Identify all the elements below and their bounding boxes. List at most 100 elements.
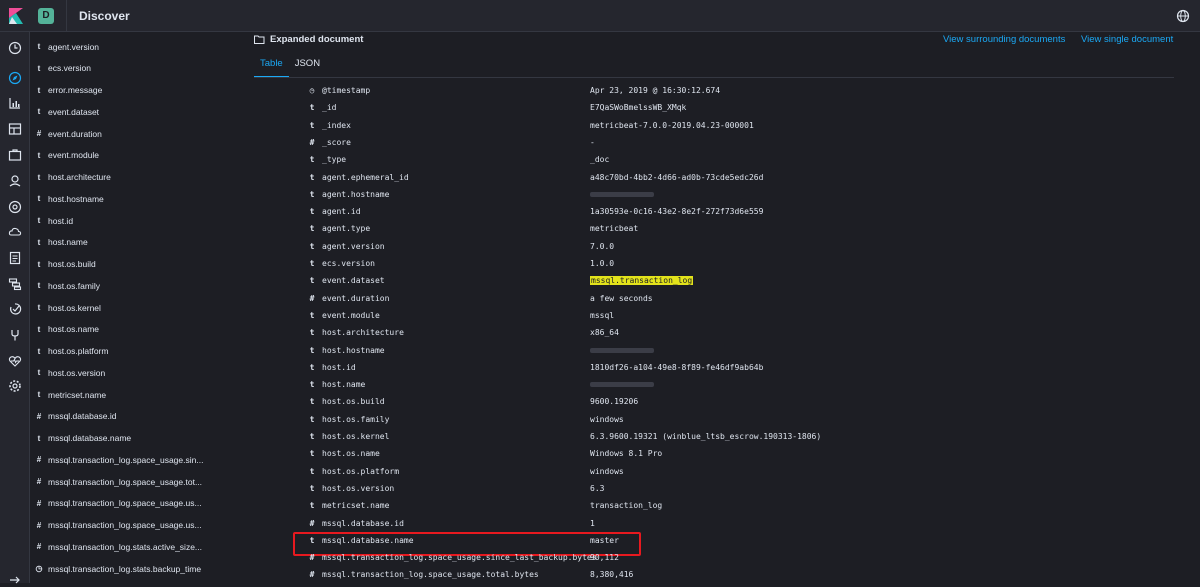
compass-icon[interactable] [8,71,22,85]
field-value: 6.3 [590,483,605,493]
field-name: mssql.transaction_log.space_usage.total.… [322,570,539,580]
help-globe-icon[interactable] [1176,9,1190,23]
field-name: host.os.platform [48,346,109,356]
field-type-icon: t [309,103,315,113]
doc-row-metricset-name: t metricset.name transaction_log [214,498,1200,515]
tab-table[interactable]: Table [254,58,289,78]
field-value: 1.0.0 [590,259,615,268]
canvas-icon[interactable] [8,148,22,162]
field-type-icon: t [37,150,41,160]
field-item-host-os-kernel[interactable]: t host.os.kernel [30,297,214,318]
field-type-icon: t [37,172,41,182]
field-type-icon: t [309,397,315,407]
infrastructure-icon[interactable] [8,225,22,239]
field-value: mssql.transaction_log [590,276,694,286]
field-item-event-module[interactable]: t event.module [30,145,214,166]
field-name: host.os.platform [322,466,400,476]
field-name: metricset.name [48,389,107,400]
field-type-icon: t [309,432,315,441]
field-item-metricset-name[interactable]: t metricset.name [30,384,214,405]
field-item-mssql-transaction-log-space-usage-us[interactable]: # mssql.transaction_log.space_usage.us... [30,515,214,536]
field-item-mssql-database-id[interactable]: # mssql.database.id [30,406,214,427]
clock-icon[interactable] [8,41,22,55]
field-name: mssql.transaction_log.space_usage.since_… [322,553,597,563]
field-type-icon: t [309,259,315,268]
field-type-icon: t [37,390,41,399]
doc-row-mssql-database-name: t mssql.database.name master [214,533,1200,550]
field-item-host-id[interactable]: t host.id [30,210,214,231]
apm-icon[interactable] [8,277,22,291]
field-value [590,190,654,199]
field-name: host.os.version [322,483,395,493]
field-item-mssql-transaction-log-space-usage-sin[interactable]: # mssql.transaction_log.space_usage.sin..… [30,449,214,470]
doc-row-agent-type: t agent.type metricbeat [214,221,1200,238]
field-name: host.os.family [48,280,100,291]
field-name: event.duration [322,293,390,303]
field-type-icon: t [37,194,41,204]
field-type-icon: t [309,501,315,511]
view-surrounding-documents-link[interactable]: View surrounding documents [943,34,1065,45]
field-name: event.module [48,150,100,161]
field-item-mssql-transaction-log-stats-active-size[interactable]: # mssql.transaction_log.stats.active_size… [30,536,214,557]
logs-icon[interactable] [8,251,22,265]
field-type-icon: t [309,466,315,476]
field-value [590,380,654,389]
dashboard-icon[interactable] [8,122,22,136]
doc-row-agent-ephemeral-id: t agent.ephemeral_id a48c70bd-4bb2-4d66-ad… [214,170,1200,187]
field-item-mssql-database-name[interactable]: t mssql.database.name [30,428,214,449]
management-icon[interactable] [8,379,22,393]
doc-row-timestamp: ◷ @timestamp Apr 23, 2019 @ 16:30:12.674 [214,83,1200,100]
field-type-icon: t [309,414,315,424]
field-name: mssql.transaction_log.space_usage.tot... [48,476,203,487]
field-name: host.hostname [322,345,385,355]
field-type-icon: t [37,281,41,291]
monitoring-icon[interactable] [8,354,22,368]
field-item-ecs-version[interactable]: t ecs.version [30,58,214,79]
field-value: 1810df26-a104-49e8-8f89-fe46df9ab64b [590,362,764,372]
field-type-icon: t [309,120,315,130]
field-item-host-os-platform[interactable]: t host.os.platform [30,341,214,362]
field-name: agent.version [322,241,385,251]
field-item-host-os-family[interactable]: t host.os.family [30,275,214,296]
field-item-event-duration[interactable]: # event.duration [30,123,214,144]
field-item-agent-version[interactable]: t agent.version [30,36,214,57]
field-type-icon: # [36,520,42,530]
field-item-mssql-transaction-log-space-usage-tot[interactable]: # mssql.transaction_log.space_usage.tot..… [30,471,214,492]
field-item-host-os-build[interactable]: t host.os.build [30,254,214,275]
maps-icon[interactable] [8,174,22,188]
doc-row-host-os-kernel: t host.os.kernel 6.3.9600.19321 (winblue_l… [214,429,1200,446]
tab-json[interactable]: JSON [289,58,326,78]
field-item-host-os-name[interactable]: t host.os.name [30,319,214,340]
field-item-host-name[interactable]: t host.name [30,232,214,253]
field-name: agent.type [322,224,371,234]
field-type-icon: t [37,259,41,269]
field-item-host-hostname[interactable]: t host.hostname [30,188,214,209]
uptime-icon[interactable] [8,302,22,316]
field-item-mssql-transaction-log-stats-backup-time[interactable]: ◷ mssql.transaction_log.stats.backup_time [30,558,214,579]
field-item-host-architecture[interactable]: t host.architecture [30,167,214,188]
visualize-icon[interactable] [8,96,22,110]
dev-tools-icon[interactable] [8,328,22,342]
doc-row-host-id: t host.id 1810df26-a104-49e8-8f89-fe46df9a… [214,360,1200,377]
field-name: host.name [48,237,88,248]
redacted-value [590,382,654,388]
space-avatar[interactable]: D [38,7,54,24]
field-item-error-message[interactable]: t error.message [30,80,214,101]
tab-divider [254,77,1174,78]
view-single-document-link[interactable]: View single document [1081,34,1173,45]
field-name: agent.ephemeral_id [322,172,409,182]
collapse-arrow-icon[interactable] [8,573,22,587]
field-name: host.os.kernel [322,432,390,441]
doc-row-id: t _id E7QaSWoBmelssWB_XMqk [214,100,1200,117]
field-item-host-os-version[interactable]: t host.os.version [30,362,214,383]
kibana-logo-icon[interactable] [0,0,32,32]
doc-row-host-os-name: t host.os.name Windows 8.1 Pro [214,446,1200,463]
field-name: host.architecture [48,172,111,182]
field-item-mssql-transaction-log-space-usage-us[interactable]: # mssql.transaction_log.space_usage.us... [30,493,214,514]
field-name: agent.version [48,41,100,52]
field-name: event.dataset [322,276,385,286]
field-value: windows [590,466,624,476]
ml-icon[interactable] [8,200,22,214]
field-type-icon: ◷ [35,564,43,573]
field-item-event-dataset[interactable]: t event.dataset [30,101,214,122]
